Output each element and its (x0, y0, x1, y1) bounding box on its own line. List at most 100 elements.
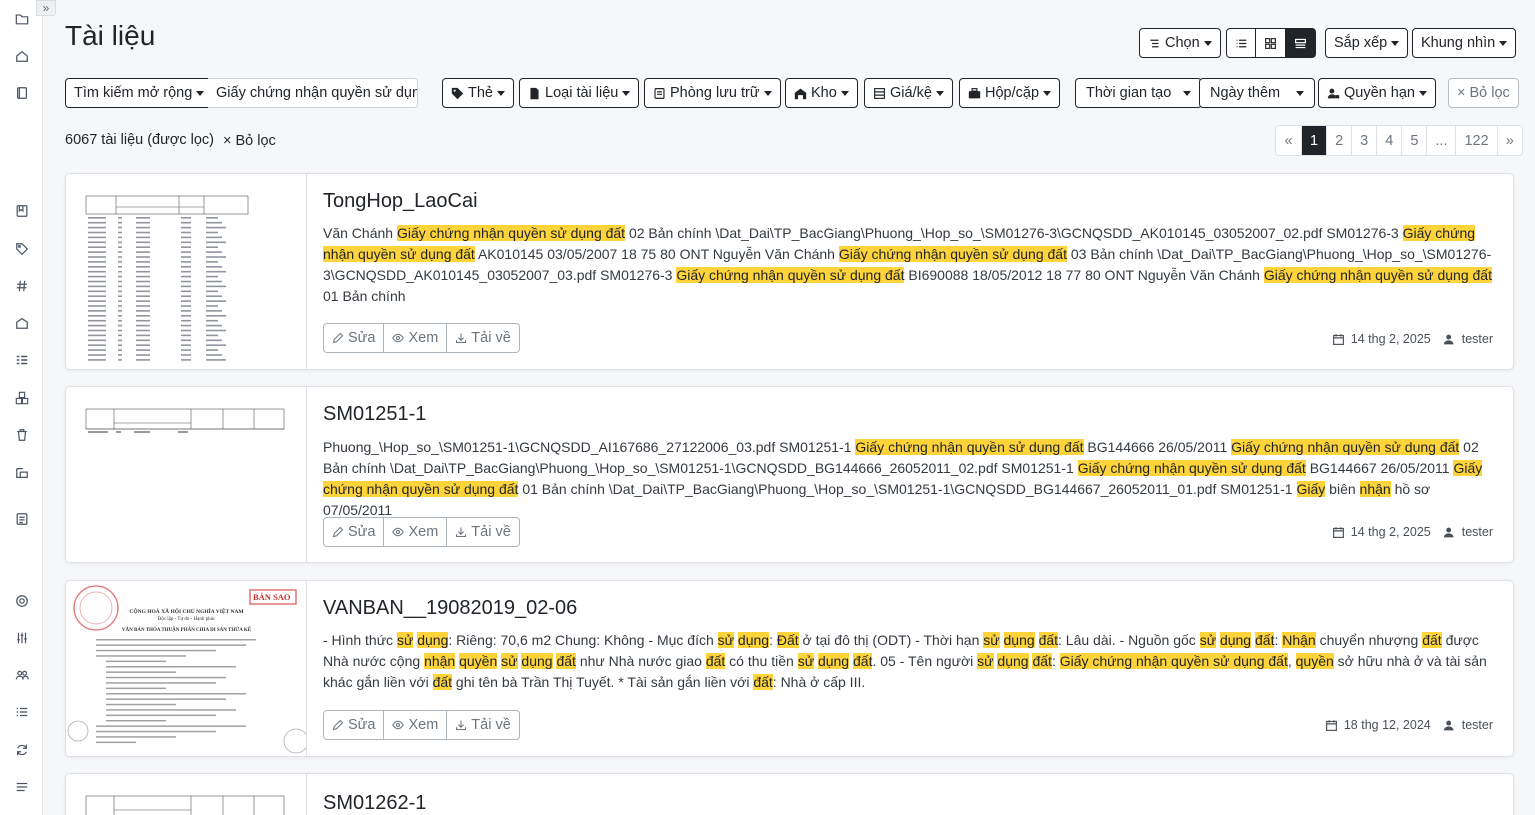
document-date: 14 thg 2, 2025 (1350, 525, 1431, 539)
document-card[interactable]: SM01262-1 (65, 773, 1514, 815)
permissions-filter-button[interactable]: Quyền hạn (1318, 78, 1436, 108)
box-icon[interactable] (13, 464, 31, 482)
shelf-icon (873, 87, 886, 100)
extended-search-dropdown[interactable]: Tìm kiếm mở rộng (65, 78, 214, 108)
document-thumbnail[interactable] (66, 174, 307, 369)
document-title[interactable]: SM01262-1 (323, 792, 426, 815)
page-122[interactable]: 122 (1455, 126, 1496, 155)
view-button[interactable]: Xem (384, 710, 448, 740)
search-highlight: sử (1199, 632, 1217, 648)
search-highlight: sử (977, 653, 994, 669)
details-view-icon[interactable] (1286, 28, 1316, 58)
document-title[interactable]: TongHop_LaoCai (323, 190, 478, 213)
search-highlight: Giấy chứng nhận quyền sử dụng đất (1263, 267, 1492, 283)
box-filter-button[interactable]: Hộp/cặp (959, 78, 1061, 108)
settings-icon[interactable] (13, 592, 31, 610)
search-input[interactable]: Giấy chứng nhận quyền sử dụng đất (208, 78, 418, 108)
select-button[interactable]: Chọn (1139, 28, 1221, 58)
menu-icon[interactable] (13, 778, 31, 796)
document-thumbnail[interactable]: BẢN SAO CỘNG HOÀ XÃ HỘI CHỦ NGHĨA VIỆT N… (66, 581, 307, 756)
view-label: Xem (408, 524, 439, 540)
file-text-icon[interactable] (13, 510, 31, 528)
spreadsheet-preview (85, 195, 249, 361)
edit-button[interactable]: Sửa (323, 323, 385, 353)
edit-button[interactable]: Sửa (323, 517, 385, 547)
tags-filter-button[interactable]: Thẻ (442, 78, 514, 108)
page-5[interactable]: 5 (1401, 126, 1426, 155)
edit-button[interactable]: Sửa (323, 710, 385, 740)
view-button[interactable]: Xem (384, 323, 448, 353)
warehouse-filter-button[interactable]: Kho (785, 78, 858, 108)
excerpt-text: : (769, 632, 777, 648)
download-icon (456, 333, 467, 344)
bookmark-icon[interactable] (13, 202, 31, 220)
cubes-icon[interactable] (13, 389, 31, 407)
document-owner: tester (1461, 332, 1493, 346)
select-label: Chọn (1165, 35, 1200, 51)
page-4[interactable]: 4 (1376, 126, 1401, 155)
tag-icon[interactable] (13, 240, 31, 258)
refresh-icon[interactable] (13, 741, 31, 759)
page-next[interactable]: » (1496, 126, 1522, 155)
sort-label: Sắp xếp (1334, 35, 1388, 51)
box-label: Hộp/cặp (985, 85, 1040, 101)
home-icon[interactable] (13, 47, 31, 65)
users-icon[interactable] (13, 666, 31, 684)
pencil-icon (332, 332, 344, 344)
search-highlight: sử (797, 653, 815, 669)
view-button[interactable]: Xem (384, 517, 448, 547)
document-card[interactable]: SM01251-1 Phuong_\Hop_so_\SM01251-1\GCNQ… (65, 386, 1514, 563)
trash-icon[interactable] (13, 426, 31, 444)
sidebar (0, 0, 43, 815)
excerpt-text: , (1287, 653, 1296, 669)
download-button[interactable]: Tải về (447, 323, 520, 353)
added-date-label: Ngày thêm (1210, 85, 1281, 101)
list-details-icon[interactable] (13, 351, 31, 369)
page-1[interactable]: 1 (1301, 126, 1327, 155)
list-view-icon[interactable] (1226, 28, 1256, 58)
doctype-filter-button[interactable]: Loại tài liệu (519, 78, 640, 108)
document-card[interactable]: TongHop_LaoCai Văn Chánh Giấy chứng nhận… (65, 173, 1514, 370)
doc-header: CỘNG HOÀ XÃ HỘI CHỦ NGHĨA VIỆT NAM (129, 609, 244, 615)
document-card[interactable]: BẢN SAO CỘNG HOÀ XÃ HỘI CHỦ NGHĨA VIỆT N… (65, 580, 1514, 757)
seal-stamp (73, 585, 119, 631)
grid-view-icon[interactable] (1256, 28, 1286, 58)
sliders-icon[interactable] (13, 629, 31, 647)
added-date-filter-button[interactable]: Ngày thêm (1199, 78, 1316, 108)
reset-filters-button[interactable]: × Bỏ lọc (1448, 78, 1519, 108)
document-date: 14 thg 2, 2025 (1350, 332, 1431, 346)
hash-icon[interactable] (13, 277, 31, 295)
folder-icon[interactable] (13, 10, 31, 28)
page-2[interactable]: 2 (1326, 126, 1351, 155)
edit-label: Sửa (348, 524, 376, 540)
page-prev[interactable]: « (1276, 126, 1301, 155)
storage-icon[interactable] (13, 314, 31, 332)
clear-filter-link[interactable]: × Bỏ lọc (223, 133, 276, 149)
view-label: Xem (408, 330, 439, 346)
document-actions: Sửa Xem Tải về (323, 517, 520, 547)
document-thumbnail[interactable] (66, 387, 307, 562)
document-thumbnail[interactable] (66, 774, 307, 815)
excerpt-text: AK010145 03/05/2007 18 75 80 ONT Nguyễn … (474, 246, 839, 262)
view-options-button[interactable]: Khung nhìn (1412, 28, 1517, 58)
search-highlight: dụng (817, 653, 850, 669)
search-highlight: Giấy chứng nhận quyền sử dụng đất (1059, 653, 1288, 669)
search-highlight: Nhận (1282, 632, 1316, 648)
eye-icon (392, 527, 405, 537)
document-title[interactable]: VANBAN__19082019_02-06 (323, 597, 577, 620)
archive-icon (653, 87, 666, 100)
download-button[interactable]: Tải về (447, 517, 520, 547)
page-3[interactable]: 3 (1351, 126, 1376, 155)
clear-filter-label: Bỏ lọc (235, 133, 276, 149)
document-title[interactable]: SM01251-1 (323, 403, 426, 426)
shelf-filter-button[interactable]: Giá/kệ (864, 78, 953, 108)
list-icon[interactable] (13, 703, 31, 721)
created-time-filter-button[interactable]: Thời gian tạo (1075, 78, 1203, 108)
search-highlight: Giấy chứng nhận quyền sử dụng đất (1231, 439, 1460, 455)
excerpt-text: như Nhà nước giao (575, 653, 706, 669)
download-button[interactable]: Tải về (447, 710, 520, 740)
documents-icon[interactable] (13, 84, 31, 102)
search-highlight: Giấy chứng nhận quyền sử dụng đất (676, 267, 905, 283)
sort-button[interactable]: Sắp xếp (1325, 28, 1409, 58)
archive-filter-button[interactable]: Phòng lưu trữ (644, 78, 781, 108)
